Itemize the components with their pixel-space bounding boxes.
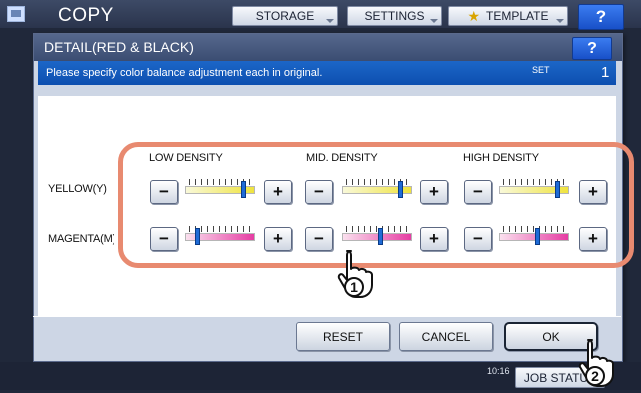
yellow-low-slider[interactable]	[185, 176, 255, 200]
column-low-density: LOW DENSITY	[149, 152, 223, 164]
top-bar: COPY STORAGE SETTINGS ★ TEMPLATE ?	[0, 0, 641, 30]
cancel-button[interactable]: CANCEL	[399, 322, 493, 351]
storage-button[interactable]: STORAGE	[232, 6, 338, 26]
slider-thumb[interactable]	[535, 228, 541, 245]
yellow-high-plus-button[interactable]: +	[579, 180, 607, 204]
yellow-low-plus-button[interactable]: +	[264, 180, 292, 204]
dialog-title: DETAIL(RED & BLACK)	[44, 39, 194, 55]
yellow-mid-minus-button[interactable]: −	[305, 180, 333, 204]
slider-thumb[interactable]	[240, 181, 246, 198]
magenta-high-minus-button[interactable]: −	[464, 227, 492, 251]
star-icon: ★	[467, 7, 481, 24]
dropdown-arrow-icon	[430, 19, 438, 23]
clock: 10:16	[487, 366, 510, 376]
set-value: 1	[601, 64, 610, 81]
template-label: TEMPLATE	[486, 9, 549, 23]
magenta-low-slider[interactable]	[185, 223, 255, 247]
pointing-hand-icon-step-1: 1	[333, 247, 377, 299]
slider-ticks	[503, 226, 565, 232]
row-label-yellow: YELLOW(Y)	[48, 183, 107, 195]
pointing-hand-icon-step-2: 2	[574, 336, 618, 388]
magenta-low-minus-button[interactable]: −	[150, 227, 178, 251]
app-title: COPY	[58, 5, 114, 26]
slider-ticks	[346, 226, 408, 232]
magenta-mid-minus-button[interactable]: −	[305, 227, 333, 251]
slider-track	[499, 233, 569, 241]
magenta-mid-slider[interactable]	[342, 223, 412, 247]
settings-label: SETTINGS	[364, 9, 425, 23]
slider-thumb[interactable]	[397, 181, 403, 198]
yellow-mid-slider[interactable]	[342, 176, 412, 200]
slider-thumb[interactable]	[554, 181, 560, 198]
storage-label: STORAGE	[255, 9, 315, 23]
help-button[interactable]: ?	[578, 4, 624, 30]
dropdown-arrow-icon	[556, 19, 564, 23]
dropdown-arrow-icon	[326, 19, 334, 23]
slider-thumb[interactable]	[378, 228, 384, 245]
magenta-mid-plus-button[interactable]: +	[420, 227, 448, 251]
template-button[interactable]: ★ TEMPLATE	[448, 6, 568, 26]
row-label-magenta: MAGENTA(M)	[48, 233, 114, 245]
magenta-low-plus-button[interactable]: +	[264, 227, 292, 251]
magenta-high-slider[interactable]	[499, 223, 569, 247]
yellow-high-minus-button[interactable]: −	[464, 180, 492, 204]
callout-number: 2	[591, 368, 599, 384]
set-label: SET	[532, 65, 550, 75]
slider-thumb[interactable]	[195, 228, 201, 245]
magenta-high-plus-button[interactable]: +	[579, 227, 607, 251]
instruction-text: Please specify color balance adjustment …	[46, 67, 323, 79]
dialog-title-bar: DETAIL(RED & BLACK) ?	[34, 34, 622, 61]
slider-track	[342, 233, 412, 241]
copy-icon	[7, 6, 25, 22]
callout-number: 1	[350, 279, 358, 295]
settings-button[interactable]: SETTINGS	[347, 6, 442, 26]
yellow-mid-plus-button[interactable]: +	[420, 180, 448, 204]
instruction-bar: Please specify color balance adjustment …	[38, 61, 616, 85]
column-high-density: HIGH DENSITY	[463, 152, 539, 164]
yellow-low-minus-button[interactable]: −	[150, 180, 178, 204]
dialog-separator	[33, 316, 621, 317]
column-mid-density: MID. DENSITY	[306, 152, 378, 164]
yellow-high-slider[interactable]	[499, 176, 569, 200]
reset-button[interactable]: RESET	[296, 322, 390, 351]
dialog-help-button[interactable]: ?	[572, 37, 612, 60]
